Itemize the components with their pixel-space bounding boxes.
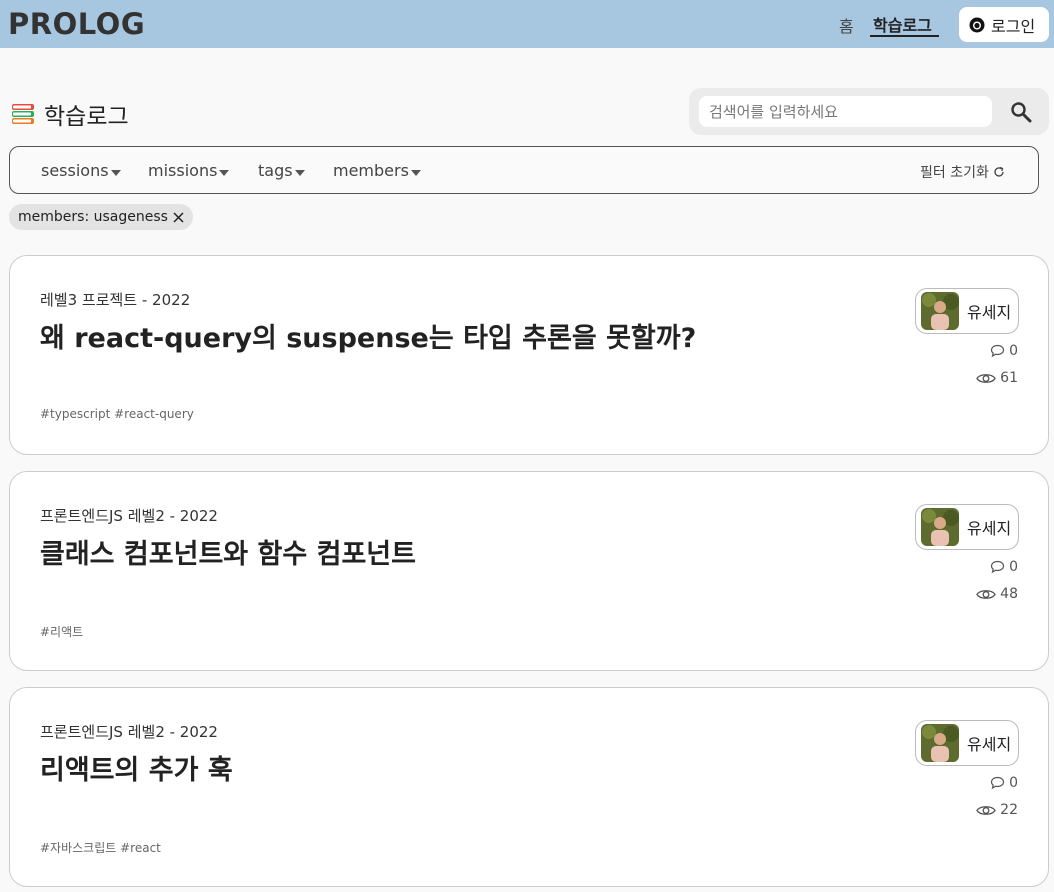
top-header: PROLOG 홈 학습로그 로그인 bbox=[0, 0, 1054, 48]
eye-icon bbox=[976, 805, 996, 815]
post-title[interactable]: 왜 react-query의 suspense는 타입 추론을 못할까? bbox=[40, 316, 696, 355]
page-title: 학습로그 bbox=[10, 97, 129, 131]
post-card[interactable]: 프론트엔드JS 레벨2 - 2022 리액트의 추가 훅 #자바스크립트 #re… bbox=[9, 687, 1049, 887]
comment-count: 0 bbox=[990, 559, 1018, 575]
active-nav-underline bbox=[870, 35, 939, 37]
post-card[interactable]: 레벨3 프로젝트 - 2022 왜 react-query의 suspense는… bbox=[9, 255, 1049, 455]
comment-count-value: 0 bbox=[1009, 775, 1018, 791]
github-icon bbox=[969, 17, 985, 32]
post-card[interactable]: 프론트엔드JS 레벨2 - 2022 클래스 컴포넌트와 함수 컴포넌트 #리액… bbox=[9, 471, 1049, 671]
nav-home-link[interactable]: 홈 bbox=[839, 13, 854, 37]
view-count-value: 22 bbox=[1000, 802, 1018, 818]
caret-down-icon bbox=[219, 169, 230, 176]
filter-members-label: members bbox=[333, 161, 409, 180]
eye-icon bbox=[976, 589, 996, 599]
search-input[interactable] bbox=[699, 96, 992, 127]
page-title-text: 학습로그 bbox=[44, 104, 129, 130]
filter-missions-label: missions bbox=[148, 161, 218, 180]
author-name: 유세지 bbox=[967, 735, 1012, 754]
post-tags[interactable]: #리액트 bbox=[40, 623, 83, 640]
login-button[interactable]: 로그인 bbox=[959, 7, 1049, 42]
author-name: 유세지 bbox=[967, 519, 1012, 538]
comment-count-value: 0 bbox=[1009, 559, 1018, 575]
active-filter-chip: members: usageness bbox=[9, 204, 193, 230]
author-name: 유세지 bbox=[967, 303, 1012, 322]
author-badge[interactable]: 유세지 bbox=[915, 720, 1019, 766]
filter-tags-label: tags bbox=[258, 161, 293, 180]
caret-down-icon bbox=[110, 169, 121, 176]
logo[interactable]: PROLOG bbox=[8, 7, 145, 41]
post-title[interactable]: 클래스 컴포넌트와 함수 컴포넌트 bbox=[40, 532, 416, 571]
post-meta: 레벨3 프로젝트 - 2022 bbox=[40, 291, 191, 309]
comment-count: 0 bbox=[990, 343, 1018, 359]
caret-down-icon bbox=[294, 169, 305, 176]
comment-icon bbox=[990, 560, 1005, 574]
view-count-value: 48 bbox=[1000, 586, 1018, 602]
avatar bbox=[921, 724, 959, 762]
filter-tags-dropdown[interactable]: tags bbox=[258, 161, 305, 180]
author-badge[interactable]: 유세지 bbox=[915, 288, 1019, 334]
close-icon[interactable] bbox=[173, 211, 184, 223]
post-meta: 프론트엔드JS 레벨2 - 2022 bbox=[40, 723, 218, 741]
comment-icon bbox=[990, 776, 1005, 790]
reset-filters-label: 필터 초기화 bbox=[920, 165, 989, 181]
view-count: 48 bbox=[976, 586, 1018, 602]
search-icon bbox=[1011, 102, 1032, 123]
active-filter-label: members: usageness bbox=[18, 209, 168, 225]
eye-icon bbox=[976, 373, 996, 383]
filter-sessions-label: sessions bbox=[41, 161, 109, 180]
books-icon bbox=[12, 104, 34, 124]
post-title[interactable]: 리액트의 추가 훅 bbox=[40, 748, 233, 787]
refresh-icon bbox=[994, 166, 1004, 177]
filter-members-dropdown[interactable]: members bbox=[333, 161, 421, 180]
filter-bar: sessions missions tags members 필터 초기화 bbox=[9, 146, 1039, 194]
search-box bbox=[689, 88, 1049, 135]
view-count: 22 bbox=[976, 802, 1018, 818]
search-button[interactable] bbox=[1007, 98, 1035, 126]
view-count-value: 61 bbox=[1000, 370, 1018, 386]
nav-learning-log-link[interactable]: 학습로그 bbox=[873, 12, 932, 36]
filter-missions-dropdown[interactable]: missions bbox=[148, 161, 230, 180]
comment-icon bbox=[990, 344, 1005, 358]
avatar bbox=[921, 508, 959, 546]
author-badge[interactable]: 유세지 bbox=[915, 504, 1019, 550]
post-tags[interactable]: #typescript #react-query bbox=[40, 407, 194, 421]
post-tags[interactable]: #자바스크립트 #react bbox=[40, 839, 161, 856]
caret-down-icon bbox=[410, 169, 421, 176]
comment-count-value: 0 bbox=[1009, 343, 1018, 359]
avatar bbox=[921, 292, 959, 330]
filter-sessions-dropdown[interactable]: sessions bbox=[41, 161, 121, 180]
post-meta: 프론트엔드JS 레벨2 - 2022 bbox=[40, 507, 218, 525]
login-label: 로그인 bbox=[991, 16, 1036, 36]
view-count: 61 bbox=[976, 370, 1018, 386]
reset-filters-button[interactable]: 필터 초기화 bbox=[920, 162, 1005, 182]
comment-count: 0 bbox=[990, 775, 1018, 791]
